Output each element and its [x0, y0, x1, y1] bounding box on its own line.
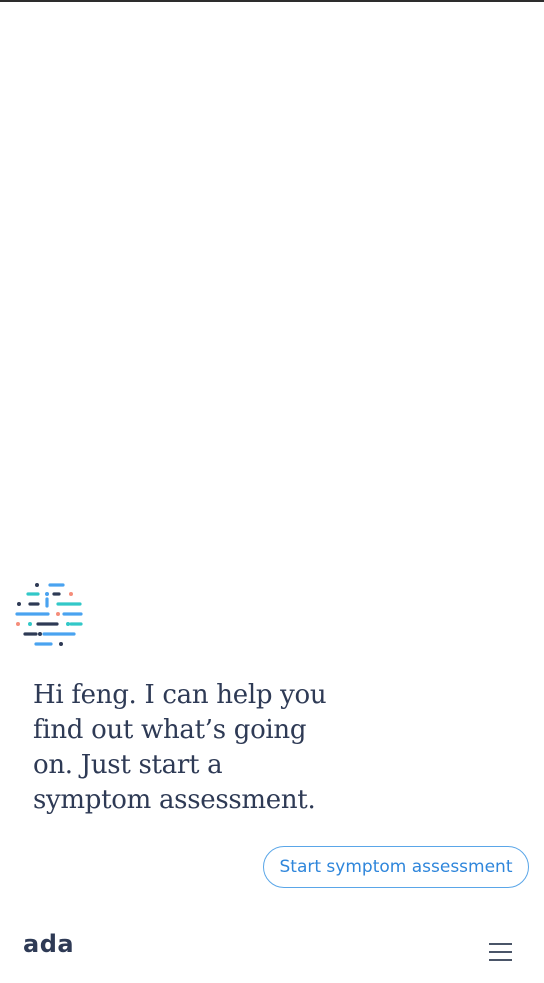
ada-logo: ada: [23, 930, 75, 958]
start-symptom-assessment-button[interactable]: Start symptom assessment: [263, 846, 529, 888]
menu-line: [489, 943, 512, 945]
top-divider: [0, 0, 544, 2]
ada-avatar-icon: [14, 580, 84, 654]
menu-line: [489, 951, 512, 953]
menu-line: [489, 959, 512, 961]
ada-greeting-message: Hi feng. I can help you find out what’s …: [33, 680, 327, 815]
hamburger-menu-icon[interactable]: [487, 940, 515, 964]
